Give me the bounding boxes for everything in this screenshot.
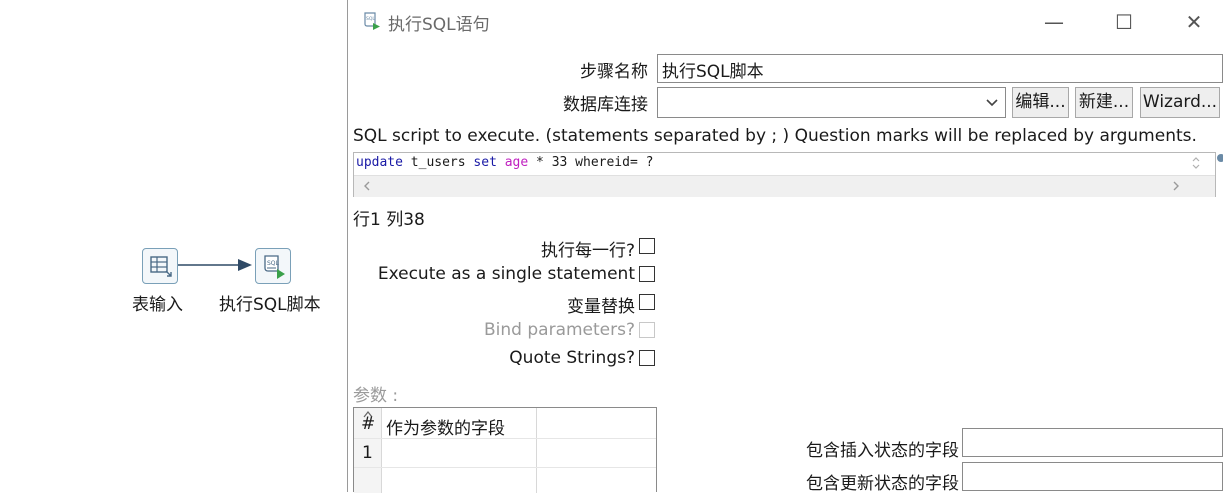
step-name-input[interactable]: 执行SQL脚本 <box>657 54 1223 83</box>
update-status-label: 包含更新状态的字段 <box>806 474 959 494</box>
execute-each-row-checkbox[interactable] <box>639 238 655 254</box>
sql-script-icon: SQL <box>264 255 285 279</box>
close-button[interactable]: ✕ <box>1182 10 1206 34</box>
quote-strings-checkbox[interactable] <box>639 350 655 366</box>
new-connection-button[interactable]: 新建... <box>1075 87 1133 118</box>
column-separator <box>381 408 382 493</box>
help-hint-icon <box>1217 154 1223 162</box>
row-separator <box>354 467 656 468</box>
step-table-input[interactable] <box>142 248 178 284</box>
step-table-input-label: 表输入 <box>132 295 183 315</box>
sql-code-line: update t_users set age * 33 whereid= ? <box>356 155 653 170</box>
execute-sql-dialog: SQL 执行SQL语句 — ☐ ✕ 步骤名称 执行SQL脚本 数据库连接 编辑.… <box>348 0 1223 494</box>
sql-horizontal-scrollbar[interactable] <box>354 175 1215 197</box>
column-header-num[interactable]: # <box>361 414 375 434</box>
svg-text:SQL: SQL <box>366 16 375 22</box>
minimize-button[interactable]: — <box>1042 10 1066 34</box>
sql-script-icon: SQL <box>364 12 380 30</box>
maximize-button[interactable]: ☐ <box>1112 10 1136 34</box>
sql-token-text <box>497 155 505 170</box>
sql-token-age: age <box>504 155 529 170</box>
db-connection-select[interactable] <box>657 87 1006 118</box>
parameters-table[interactable]: # 作为参数的字段 1 <box>353 407 657 493</box>
step-sql-script-label: 执行SQL脚本 <box>219 295 321 315</box>
insert-status-input[interactable] <box>962 428 1223 457</box>
column-separator <box>536 408 537 493</box>
variable-substitution-label: 变量替换 <box>567 297 635 317</box>
sql-editor[interactable]: update t_users set age * 33 whereid= ? <box>353 152 1216 197</box>
quote-strings-label: Quote Strings? <box>509 348 635 368</box>
bind-parameters-checkbox <box>639 322 655 338</box>
bind-parameters-label: Bind parameters? <box>484 320 635 340</box>
chevron-right-icon[interactable] <box>1171 180 1181 192</box>
edit-connection-button[interactable]: 编辑... <box>1012 87 1069 118</box>
execute-each-row-label: 执行每一行? <box>540 241 635 261</box>
single-statement-label: Execute as a single statement <box>377 264 635 284</box>
svg-text:SQL: SQL <box>267 260 280 267</box>
row-number: 1 <box>362 443 373 463</box>
column-header-field[interactable]: 作为参数的字段 <box>386 414 505 439</box>
chevron-left-icon[interactable] <box>362 180 372 192</box>
db-connection-label: 数据库连接 <box>563 95 648 115</box>
hop-arrow[interactable] <box>176 255 256 275</box>
step-name-label: 步骤名称 <box>580 62 648 82</box>
parameters-label: 参数 : <box>353 386 399 406</box>
update-status-input[interactable] <box>962 462 1223 491</box>
sql-token-set: set <box>473 155 497 170</box>
sql-token-update: update <box>356 155 403 170</box>
wizard-button[interactable]: Wizard... <box>1140 87 1220 118</box>
insert-status-label: 包含插入状态的字段 <box>806 441 959 461</box>
transformation-canvas[interactable]: 表输入 SQL 执行SQL脚本 <box>0 0 347 492</box>
sql-description: SQL script to execute. (statements separ… <box>353 126 1197 146</box>
variable-substitution-checkbox[interactable] <box>639 294 655 310</box>
table-input-icon <box>150 256 172 277</box>
scroll-up-down-icon[interactable] <box>1191 156 1201 170</box>
sql-token-text: * 33 whereid= ? <box>528 155 654 170</box>
window-title: 执行SQL语句 <box>388 15 490 35</box>
chevron-down-icon <box>986 99 998 107</box>
step-sql-script[interactable]: SQL <box>255 248 291 284</box>
row-separator <box>354 438 656 439</box>
sql-token-text: t_users <box>402 155 474 170</box>
cursor-position: 行1 列38 <box>353 210 425 230</box>
single-statement-checkbox[interactable] <box>639 266 655 282</box>
